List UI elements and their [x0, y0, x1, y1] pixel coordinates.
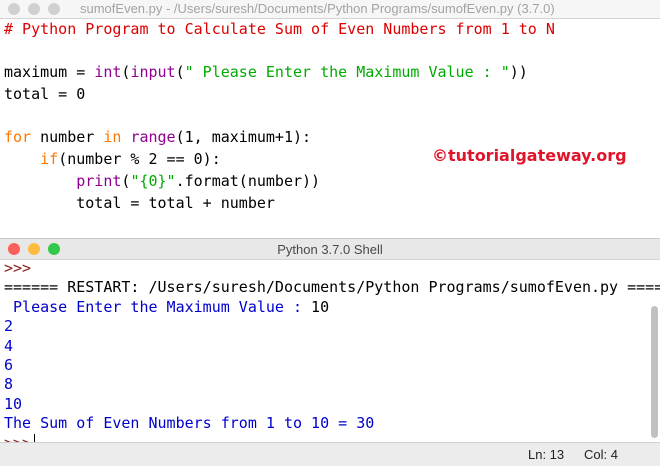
code-token: print [76, 171, 122, 190]
editor-title-bar: sumofEven.py - /Users/suresh/Documents/P… [0, 0, 660, 19]
user-input-value: 10 [311, 297, 330, 316]
code-token: ( [175, 63, 185, 82]
code-line[interactable]: # Python Program to Calculate Sum of Eve… [4, 19, 660, 41]
shell-output-line: 8 [4, 375, 648, 394]
shell-text: 4 [4, 336, 14, 355]
code-token: input [130, 63, 176, 82]
shell-text: Please Enter the Maximum Value : [4, 297, 312, 316]
shell-output-line: 2 [4, 317, 648, 336]
code-token: range [130, 128, 176, 147]
restart-banner: ====== RESTART: /Users/suresh/Documents/… [4, 278, 660, 297]
shell-text: >>> [4, 259, 32, 277]
shell-title-bar: Python 3.7.0 Shell [0, 238, 660, 260]
shell-text: 8 [4, 375, 14, 394]
status-bar: Ln: 13 Col: 4 [0, 442, 660, 466]
shell-text: ====== RESTART: /Users/suresh/Documents/… [4, 278, 660, 297]
code-token: "{0}" [130, 171, 176, 190]
code-token: int [94, 63, 122, 82]
code-token: for [4, 128, 32, 147]
code-token: .format(number)) [175, 171, 321, 190]
code-line[interactable] [4, 214, 660, 236]
close-button[interactable] [8, 3, 20, 15]
code-token: # Python Program to Calculate Sum of Eve… [4, 20, 555, 38]
watermark: ©tutorialgateway.org [432, 146, 627, 165]
shell-output-line: 10 [4, 395, 648, 414]
shell-text: 10 [4, 394, 23, 413]
code-line[interactable]: total = total + number [4, 193, 660, 215]
code-line[interactable]: total = 0 [4, 84, 660, 106]
code-line[interactable]: print("{0}".format(number)) [4, 171, 660, 193]
line-number: Ln: 13 [528, 447, 565, 462]
code-editor[interactable]: # Python Program to Calculate Sum of Eve… [0, 19, 660, 255]
shell-output-line: The Sum of Even Numbers from 1 to 10 = 3… [4, 414, 648, 433]
code-token: in [103, 128, 122, 147]
shell-output-line: 6 [4, 356, 648, 375]
code-token: maximum = [4, 63, 95, 82]
code-token: number [31, 128, 104, 147]
shell-text: 6 [4, 355, 14, 374]
shell-output-line: 4 [4, 337, 648, 356]
code-token: " Please Enter the Maximum Value : " [184, 63, 510, 82]
shell-output[interactable]: >>> ====== RESTART: /Users/suresh/Documen… [0, 259, 660, 452]
code-line[interactable]: maximum = int(input(" Please Enter the M… [4, 62, 660, 84]
column-number: Col: 4 [584, 447, 618, 462]
code-token: (1, maximum+1): [175, 128, 312, 147]
code-line[interactable] [4, 41, 660, 63]
shell-text: 2 [4, 317, 14, 336]
code-token: if [40, 150, 59, 169]
shell-window-title: Python 3.7.0 Shell [277, 242, 383, 257]
shell-scrollbar[interactable] [651, 306, 658, 438]
code-line[interactable] [4, 106, 660, 128]
shell-prompt: >>> [4, 259, 648, 278]
editor-window-controls [8, 3, 60, 15]
minimize-button[interactable] [28, 3, 40, 15]
code-token: )) [509, 63, 528, 82]
code-token: total = 0 [4, 85, 86, 104]
code-token: (number % 2 == 0): [58, 150, 221, 169]
shell-output-line: Please Enter the Maximum Value : 10 [4, 298, 648, 317]
shell-text: The Sum of Even Numbers from 1 to 10 = 3… [4, 414, 375, 433]
editor-window-title: sumofEven.py - /Users/suresh/Documents/P… [80, 1, 555, 16]
code-token: total = total + number [4, 193, 275, 212]
zoom-button[interactable] [48, 3, 60, 15]
